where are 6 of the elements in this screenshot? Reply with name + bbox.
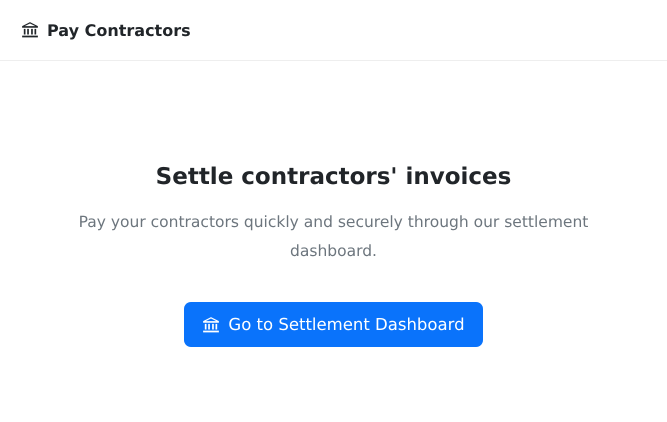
brand-link[interactable]: Pay Contractors <box>21 20 191 40</box>
hero-text: Pay your contractors quickly and securely through our settlement dashboard. <box>78 212 590 262</box>
bank-icon <box>202 316 220 334</box>
hero-title: Settle contractors' invoices <box>156 164 512 190</box>
dashboard-button[interactable]: Go to Settlement Dashboard <box>184 302 483 347</box>
bank-icon <box>21 21 39 39</box>
